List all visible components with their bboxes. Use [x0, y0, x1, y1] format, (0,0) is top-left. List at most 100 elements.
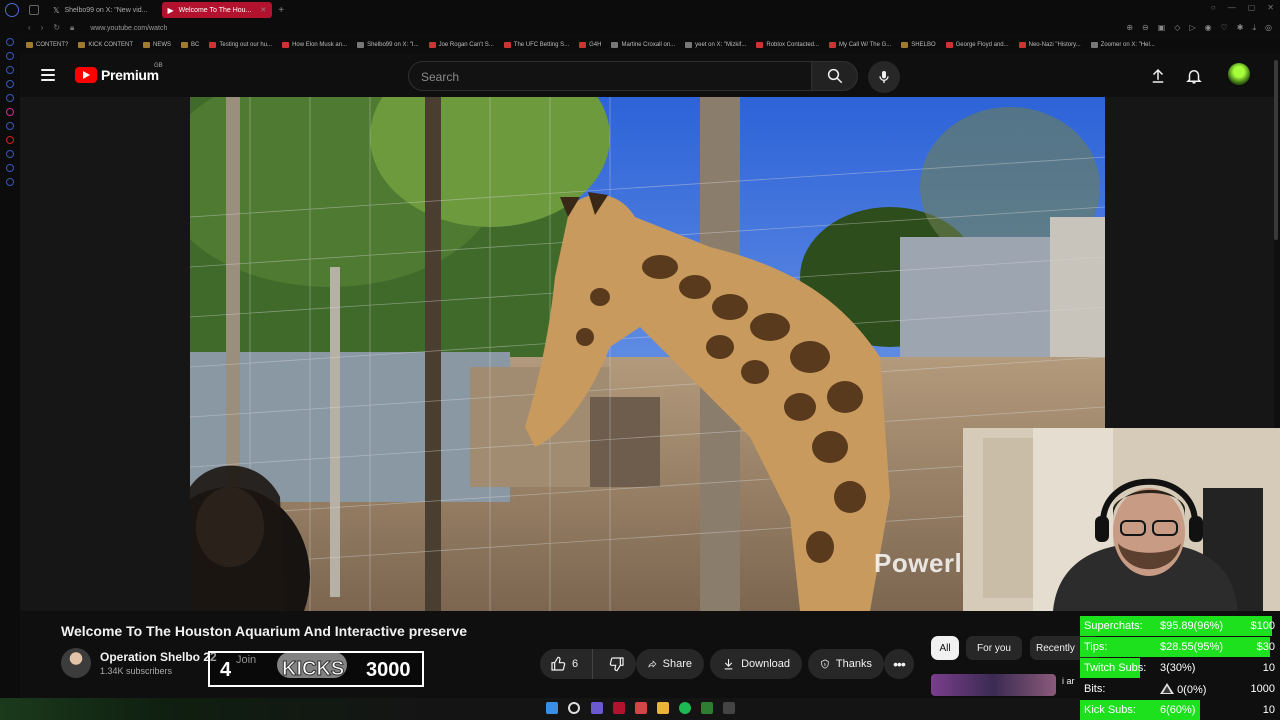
taskbar-app-icon[interactable] — [613, 702, 625, 714]
sidebar-app-icon[interactable] — [6, 38, 14, 46]
recommended-video-title[interactable]: i ar — [1062, 676, 1075, 686]
channel-avatar[interactable] — [61, 648, 91, 678]
video-title: Welcome To The Houston Aquarium And Inte… — [61, 623, 468, 639]
bookmark-item[interactable]: CONTENT? — [26, 42, 68, 48]
taskbar-app-icon[interactable] — [635, 702, 647, 714]
search-tabs-icon[interactable]: ○ — [1211, 3, 1216, 12]
sidebar-app-icon[interactable] — [6, 52, 14, 60]
dislike-icon — [610, 657, 625, 672]
sidebar-app-icon[interactable] — [6, 66, 14, 74]
bookmark-item[interactable]: Neo-Nazi "History... — [1018, 42, 1081, 48]
bookmark-item[interactable]: KICK CONTENT — [78, 42, 133, 48]
tab-youtube-video[interactable]: ▶ Welcome To The Hou... ✕ — [161, 2, 273, 18]
spotify-icon[interactable] — [679, 702, 691, 714]
taskbar-search-icon[interactable] — [568, 702, 580, 714]
bookmark-item[interactable]: Joe Rogan Can't S... — [428, 42, 494, 48]
youtube-icon: ▶ — [167, 5, 174, 15]
bookmark-item[interactable]: SHELBO — [901, 42, 936, 48]
nav-controls: ‹ › ↻ 🔒︎ — [28, 23, 74, 33]
bookmark-item[interactable]: My Call W/ The G... — [829, 42, 891, 48]
folder-icon — [143, 42, 151, 48]
chip-all[interactable]: All — [931, 636, 959, 660]
search-box — [408, 61, 812, 91]
puzzle-icon[interactable]: ✱ — [1237, 23, 1244, 33]
account-avatar[interactable] — [1228, 63, 1250, 85]
bookmark-item[interactable]: Zoomer on X: "Hel... — [1090, 42, 1155, 48]
channel-name[interactable]: Operation Shelbo 22 — [100, 650, 217, 664]
voice-search-button[interactable] — [868, 61, 900, 93]
url-field[interactable]: www.youtube.com/watch — [90, 25, 167, 32]
chip-for-you[interactable]: For you — [966, 636, 1022, 660]
taskbar-app-icon[interactable] — [701, 702, 713, 714]
sidebar-app-icon[interactable] — [6, 150, 14, 158]
close-window-icon[interactable]: ✕ — [1267, 3, 1274, 12]
like-button[interactable]: 6 — [540, 649, 593, 679]
sidebar-app-icon[interactable] — [6, 108, 14, 116]
logo-text: Premium — [101, 67, 159, 83]
screenshot-icon[interactable]: ▣ — [1158, 23, 1166, 33]
bookmark-item[interactable]: How Elon Musk an... — [282, 42, 347, 48]
stat-value: $95.89(96%) — [1160, 620, 1223, 632]
sidebar-app-icon[interactable] — [6, 122, 14, 130]
taskbar-app-icon[interactable] — [591, 702, 603, 714]
play-icon[interactable]: ▷ — [1189, 23, 1195, 33]
menu-icon[interactable] — [41, 69, 55, 81]
share-label: Share — [662, 658, 692, 670]
bookmark-item[interactable]: Testing out our hu... — [209, 42, 272, 48]
reload-icon[interactable]: ↻ — [53, 23, 60, 33]
zoom-icon[interactable]: ⊕ — [1126, 23, 1133, 33]
bookmark-item[interactable]: BC — [181, 42, 199, 48]
bookmark-item[interactable]: NEWS — [143, 42, 171, 48]
extension-icon[interactable]: ◉ — [1205, 23, 1212, 33]
bookmark-item[interactable]: George Floyd and... — [945, 42, 1009, 48]
sidebar-app-icon[interactable] — [6, 178, 14, 186]
heart-icon[interactable]: ♡ — [1221, 23, 1228, 33]
sidebar-app-icon[interactable] — [6, 136, 14, 144]
stat-row-kick-subs: Kick Subs: 6(60%) 10 — [1080, 700, 1280, 720]
youtube-icon — [503, 42, 511, 48]
file-explorer-icon[interactable] — [657, 702, 669, 714]
sidebar-app-icon[interactable] — [6, 80, 14, 88]
sidebar-app-icon[interactable] — [6, 164, 14, 172]
profile-icon[interactable]: ◎ — [1265, 23, 1272, 33]
taskbar-app-icon[interactable] — [723, 702, 735, 714]
share-button[interactable]: Share — [636, 649, 704, 679]
stat-row-bits: Bits: 0(0%) 1000 — [1080, 679, 1280, 699]
bookmark-item[interactable]: The UFC Betting S... — [503, 42, 569, 48]
workspaces-icon[interactable] — [29, 5, 39, 15]
bookmark-item[interactable]: G4H — [579, 42, 601, 48]
page-scrollbar[interactable] — [1274, 60, 1278, 240]
bookmark-item[interactable]: Roblox Contacted... — [756, 42, 819, 48]
youtube-premium-logo[interactable]: Premium — [75, 67, 159, 83]
bookmark-item[interactable]: Martine Croxall on... — [611, 42, 675, 48]
browser-logo-icon[interactable] — [5, 3, 19, 17]
zoom-out-icon[interactable]: ⊖ — [1142, 23, 1149, 33]
thanks-button[interactable]: $ Thanks — [808, 649, 884, 679]
download-manager-icon[interactable]: ⤓ — [1252, 23, 1256, 33]
close-tab-icon[interactable]: ✕ — [260, 6, 266, 14]
create-button[interactable] — [1147, 65, 1169, 87]
download-button[interactable]: Download — [710, 649, 802, 679]
back-icon[interactable]: ‹ — [28, 23, 31, 33]
search-button[interactable] — [812, 61, 858, 91]
folder-icon — [181, 42, 189, 48]
sidebar-app-icon[interactable] — [6, 94, 14, 102]
forward-icon[interactable]: › — [41, 23, 44, 33]
stream-goals-overlay: Superchats: $95.89(96%) $100 Tips: $28.5… — [1080, 616, 1280, 720]
stat-value-text: 0(0%) — [1177, 684, 1207, 696]
maximize-icon[interactable]: ▢ — [1248, 3, 1256, 12]
minimize-icon[interactable]: — — [1228, 3, 1236, 12]
new-tab-button[interactable]: + — [278, 5, 284, 16]
tab-twitter[interactable]: 𝕏 Shelbo99 on X: "New vid... — [47, 2, 154, 18]
more-actions-button[interactable]: ••• — [884, 649, 914, 679]
dislike-button[interactable] — [599, 649, 636, 679]
pin-icon[interactable]: ◇ — [1174, 23, 1180, 33]
search-input[interactable] — [421, 69, 801, 85]
youtube-icon — [1018, 42, 1026, 48]
bookmark-item[interactable]: Shelbo99 on X: "I... — [357, 42, 419, 48]
bookmark-item[interactable]: yeet on X: "Mizkif... — [685, 42, 746, 48]
recommended-video-thumbnail[interactable] — [931, 674, 1056, 696]
x-icon — [685, 42, 693, 48]
notifications-button[interactable] — [1183, 65, 1205, 87]
windows-start-icon[interactable] — [546, 702, 558, 714]
